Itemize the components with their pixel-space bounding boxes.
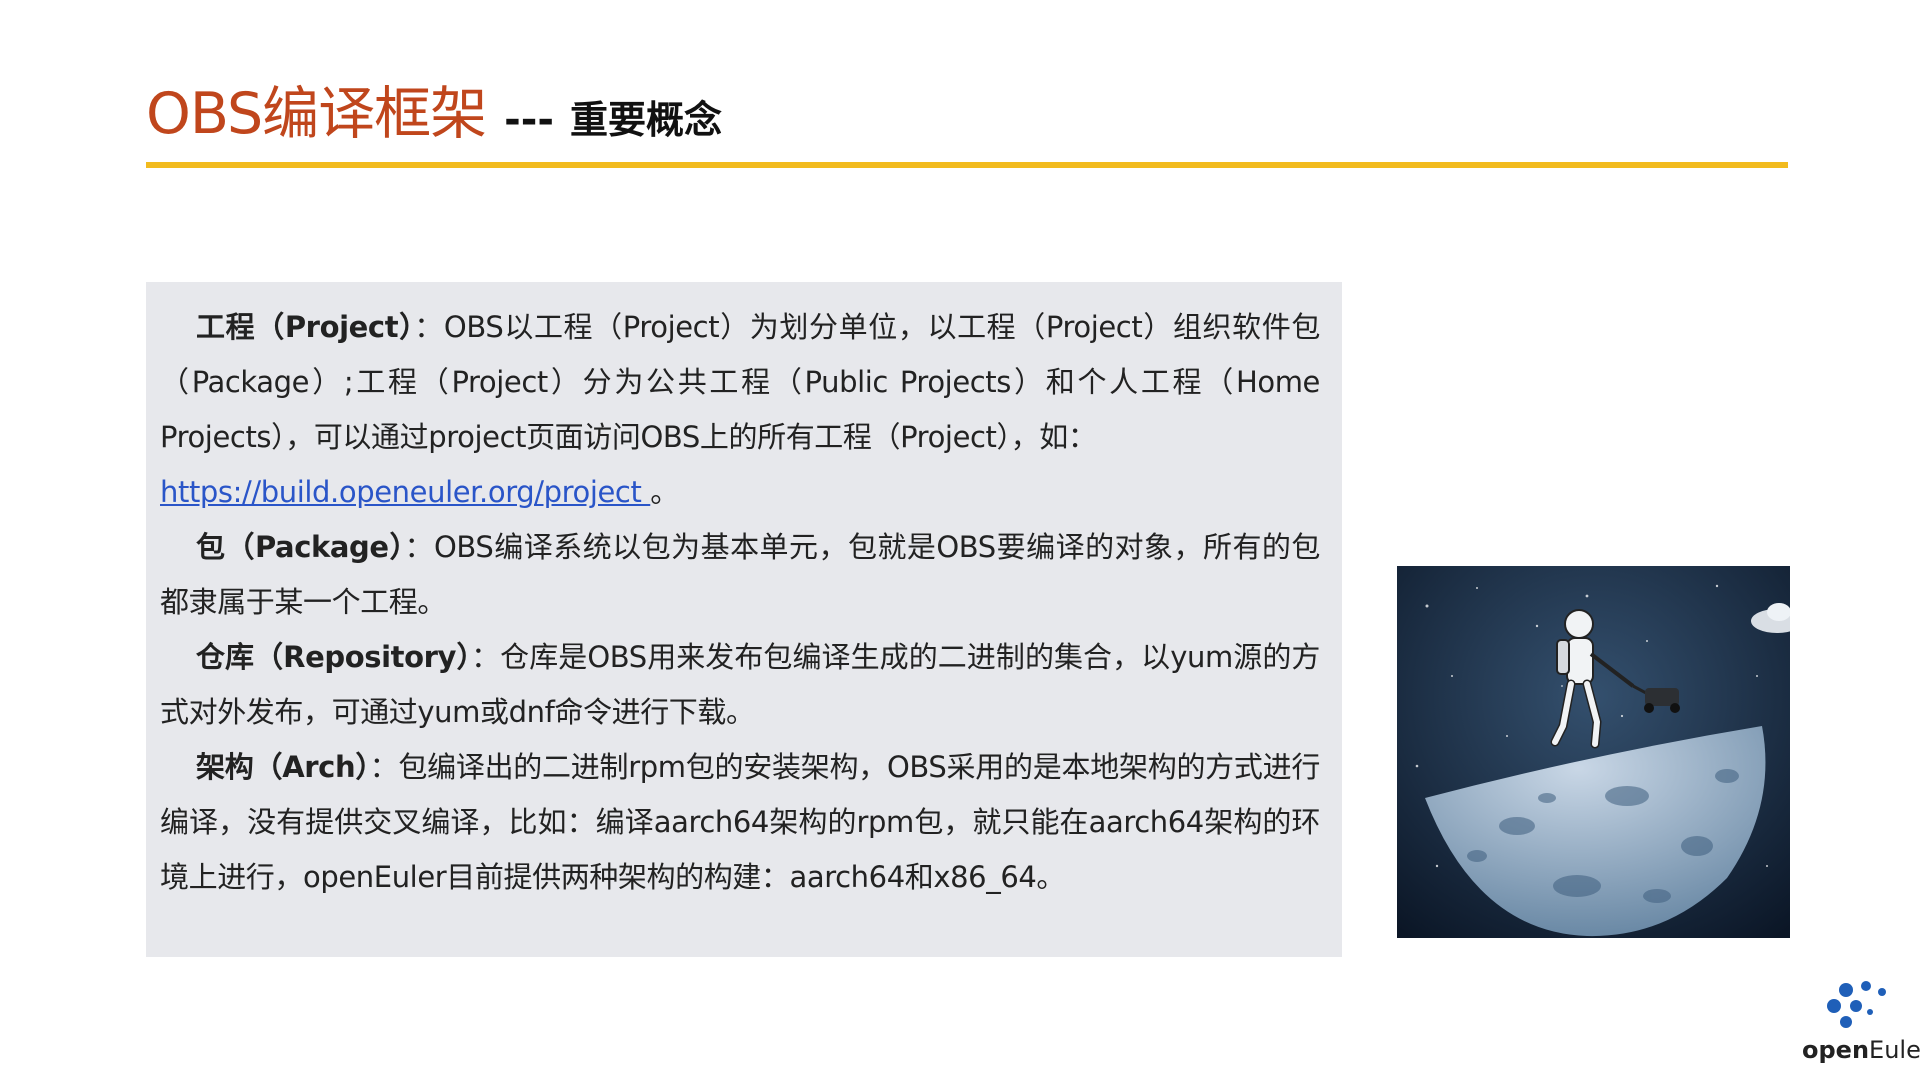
arch-term: 架构（Arch） [196, 750, 370, 784]
project-term: 工程（Project） [196, 310, 415, 344]
title-separator: --- [504, 97, 554, 143]
logo-prefix: open [1802, 1036, 1870, 1064]
openeuler-logo: openEuler [1800, 978, 1920, 1068]
concepts-box: 工程（Project）：OBS以工程（Project）为划分单位，以工程（Pro… [146, 282, 1342, 957]
project-end: 。 [650, 475, 679, 509]
repository-colon: ： [471, 640, 501, 674]
astronaut-moon-illustration [1397, 566, 1790, 938]
openeuler-wordmark: openEuler [1802, 1036, 1920, 1064]
title-underline [146, 162, 1788, 168]
openeuler-mark-icon [1827, 981, 1886, 1028]
project-paragraph: 工程（Project）：OBS以工程（Project）为划分单位，以工程（Pro… [160, 300, 1320, 520]
title-main: OBS编译框架 [146, 81, 487, 147]
arch-paragraph: 架构（Arch）：包编译出的二进制rpm包的安装架构，OBS采用的是本地架构的方… [160, 740, 1320, 905]
package-paragraph: 包（Package）：OBS编译系统以包为基本单元，包就是OBS要编译的对象，所… [160, 520, 1320, 630]
package-term: 包（Package） [196, 530, 405, 564]
project-colon: ： [414, 310, 444, 344]
slide-title: OBS编译框架 --- 重要概念 [146, 68, 722, 148]
repository-term: 仓库（Repository） [196, 640, 472, 674]
arch-colon: ： [369, 750, 399, 784]
repository-paragraph: 仓库（Repository）：仓库是OBS用来发布包编译生成的二进制的集合，以y… [160, 630, 1320, 740]
title-subtitle: 重要概念 [569, 98, 722, 142]
package-colon: ： [404, 530, 435, 564]
logo-suffix: Euler [1869, 1036, 1920, 1064]
project-link[interactable]: https://build.openeuler.org/project [160, 475, 650, 509]
